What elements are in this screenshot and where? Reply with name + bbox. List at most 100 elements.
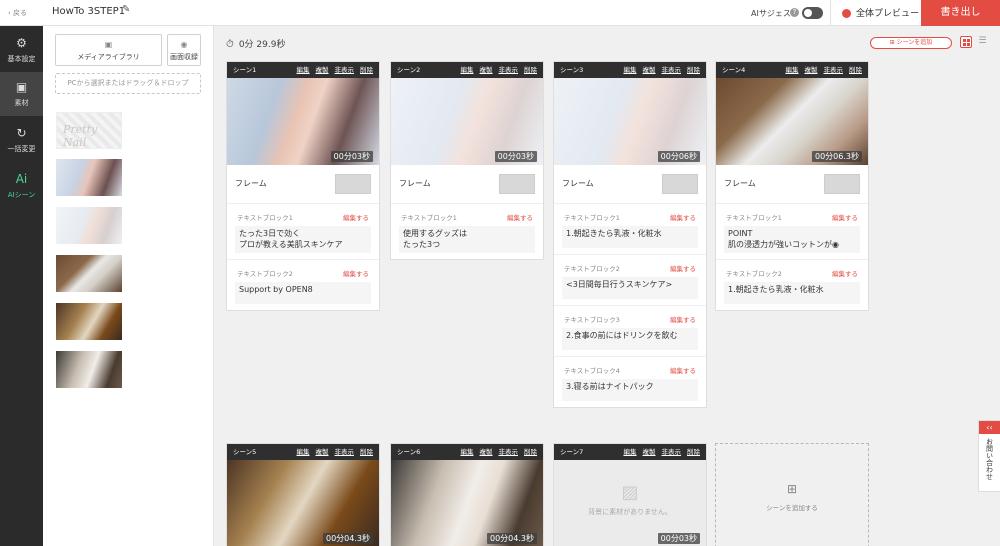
scene-delete-link[interactable]: 削除: [849, 66, 862, 74]
text-block-edit-link[interactable]: 編集する: [832, 268, 858, 278]
scene-edit-link[interactable]: 編集: [297, 448, 310, 456]
scene-title: シーン1: [233, 66, 257, 74]
text-block-value: たった3日で効く プロが教える美肌スキンケア: [235, 226, 371, 253]
contact-label: お問い合わせ: [985, 438, 994, 480]
scene-image[interactable]: 00分04.3秒: [391, 460, 543, 546]
scene-delete-link[interactable]: 削除: [524, 66, 537, 74]
frame-selector[interactable]: [662, 174, 698, 194]
scene-delete-link[interactable]: 削除: [687, 66, 700, 74]
scene-hide-link[interactable]: 非表示: [499, 448, 519, 456]
upload-dropzone[interactable]: PCから選択またはドラッグ＆ドロップ: [55, 73, 201, 94]
scene-card: シーン5 編集 複製 非表示 削除 00分04.3秒: [226, 443, 380, 546]
scene-edit-link[interactable]: 編集: [461, 448, 474, 456]
scene-duplicate-link[interactable]: 複製: [316, 448, 329, 456]
scene-edit-link[interactable]: 編集: [624, 448, 637, 456]
text-block-value: Support by OPEN8: [235, 282, 371, 304]
scene-duplicate-link[interactable]: 複製: [480, 448, 493, 456]
frame-selector[interactable]: [335, 174, 371, 194]
scene-image[interactable]: 00分04.3秒: [227, 460, 379, 546]
list-view-icon[interactable]: ☰: [977, 36, 988, 48]
scene-image[interactable]: 00分06.3秒: [716, 78, 868, 165]
text-block-edit-link[interactable]: 編集する: [670, 212, 696, 222]
text-block-edit-link[interactable]: 編集する: [343, 212, 369, 222]
scene-duplicate-link[interactable]: 複製: [316, 66, 329, 74]
nav-item-basic-settings[interactable]: ⚙ 基本設定: [0, 28, 43, 72]
scene-header: シーン6 編集 複製 非表示 削除: [391, 444, 543, 460]
scene-duplicate-link[interactable]: 複製: [643, 448, 656, 456]
media-thumbnail[interactable]: Pretty Nail: [56, 112, 122, 149]
scene-edit-link[interactable]: 編集: [297, 66, 310, 74]
collapse-icon[interactable]: ‹‹: [979, 421, 1000, 434]
scene-image[interactable]: 00分06秒: [554, 78, 706, 165]
scene-duplicate-link[interactable]: 複製: [480, 66, 493, 74]
scene-hide-link[interactable]: 非表示: [824, 66, 844, 74]
text-block: テキストブロック1 編集する POINT 肌の浸透力が強いコットンが◉: [716, 204, 868, 260]
frame-row: フレーム: [554, 165, 706, 204]
image-icon: ▣: [104, 40, 113, 49]
scene-delete-link[interactable]: 削除: [524, 448, 537, 456]
preview-button[interactable]: 全体プレビュー: [836, 0, 924, 26]
grid-view-icon[interactable]: [960, 36, 972, 48]
export-button[interactable]: 書き出し: [921, 0, 1000, 26]
help-icon[interactable]: ?: [790, 8, 799, 17]
media-library-label: メディアライブラリ: [77, 53, 140, 61]
ai-suggest-toggle[interactable]: [802, 7, 823, 19]
scene-card: シーン7 編集 複製 非表示 削除 ▨ 背景に素材がありません。 00分03秒: [553, 443, 707, 546]
pencil-icon[interactable]: ✎: [122, 4, 130, 15]
scene-header: シーン4 編集 複製 非表示 削除: [716, 62, 868, 78]
scene-delete-link[interactable]: 削除: [360, 448, 373, 456]
add-scene-button[interactable]: ⊞ シーンを追加: [870, 37, 952, 49]
scene-edit-link[interactable]: 編集: [624, 66, 637, 74]
scene-edit-link[interactable]: 編集: [786, 66, 799, 74]
scene-duplicate-link[interactable]: 複製: [805, 66, 818, 74]
scene-edit-link[interactable]: 編集: [461, 66, 474, 74]
media-thumbnail[interactable]: [56, 351, 122, 388]
scene-title: シーン2: [397, 66, 421, 74]
text-block-edit-link[interactable]: 編集する: [670, 314, 696, 324]
text-block: テキストブロック2 編集する Support by OPEN8: [227, 260, 379, 310]
scene-header: シーン5 編集 複製 非表示 削除: [227, 444, 379, 460]
scene-hide-link[interactable]: 非表示: [499, 66, 519, 74]
frame-row: フレーム: [716, 165, 868, 204]
scene-image[interactable]: 00分03秒: [391, 78, 543, 165]
text-block-edit-link[interactable]: 編集する: [670, 263, 696, 273]
frame-row: フレーム: [391, 165, 543, 204]
scene-duration: 00分04.3秒: [323, 533, 373, 544]
nav-item-material[interactable]: ▣ 素材: [0, 72, 43, 116]
text-block-value: 使用するグッズは たった3つ: [399, 226, 535, 253]
media-thumbnail[interactable]: [56, 255, 122, 292]
contact-tab[interactable]: ‹‹ お問い合わせ: [978, 420, 1000, 492]
scene-image[interactable]: ▨ 背景に素材がありません。 00分03秒: [554, 460, 706, 546]
text-block-edit-link[interactable]: 編集する: [343, 268, 369, 278]
scene-hide-link[interactable]: 非表示: [335, 66, 355, 74]
text-block-label: テキストブロック4: [564, 367, 620, 375]
screen-record-button[interactable]: ◉ 画面収録: [167, 34, 201, 66]
frame-label: フレーム: [724, 179, 756, 188]
media-thumbnail[interactable]: [56, 303, 122, 340]
scene-duplicate-link[interactable]: 複製: [643, 66, 656, 74]
scene-image[interactable]: 00分03秒: [227, 78, 379, 165]
screen-record-label: 画面収録: [170, 53, 198, 61]
frame-label: フレーム: [562, 179, 594, 188]
stopwatch-icon: ⏱: [226, 39, 234, 50]
text-block-edit-link[interactable]: 編集する: [507, 212, 533, 222]
nav-item-ai-scene[interactable]: Ai AIシーン: [0, 164, 43, 208]
media-thumbnail[interactable]: [56, 207, 122, 244]
text-block-edit-link[interactable]: 編集する: [670, 365, 696, 375]
media-library-button[interactable]: ▣ メディアライブラリ: [55, 34, 162, 66]
scene-hide-link[interactable]: 非表示: [662, 66, 682, 74]
nav-item-bulk-change[interactable]: ↻ 一括変更: [0, 118, 43, 162]
add-scene-card[interactable]: ⊞ シーンを追加する: [715, 443, 869, 546]
scene-delete-link[interactable]: 削除: [687, 448, 700, 456]
scene-hide-link[interactable]: 非表示: [335, 448, 355, 456]
frame-selector[interactable]: [824, 174, 860, 194]
scene-delete-link[interactable]: 削除: [360, 66, 373, 74]
frame-selector[interactable]: [499, 174, 535, 194]
text-block-label: テキストブロック2: [237, 270, 293, 278]
nav-item-label: AIシーン: [7, 191, 36, 199]
project-title: HowTo 3STEP1: [52, 6, 126, 17]
media-thumbnail[interactable]: [56, 159, 122, 196]
scene-hide-link[interactable]: 非表示: [662, 448, 682, 456]
text-block-edit-link[interactable]: 編集する: [832, 212, 858, 222]
back-link[interactable]: ‹ 戻る: [8, 8, 27, 18]
